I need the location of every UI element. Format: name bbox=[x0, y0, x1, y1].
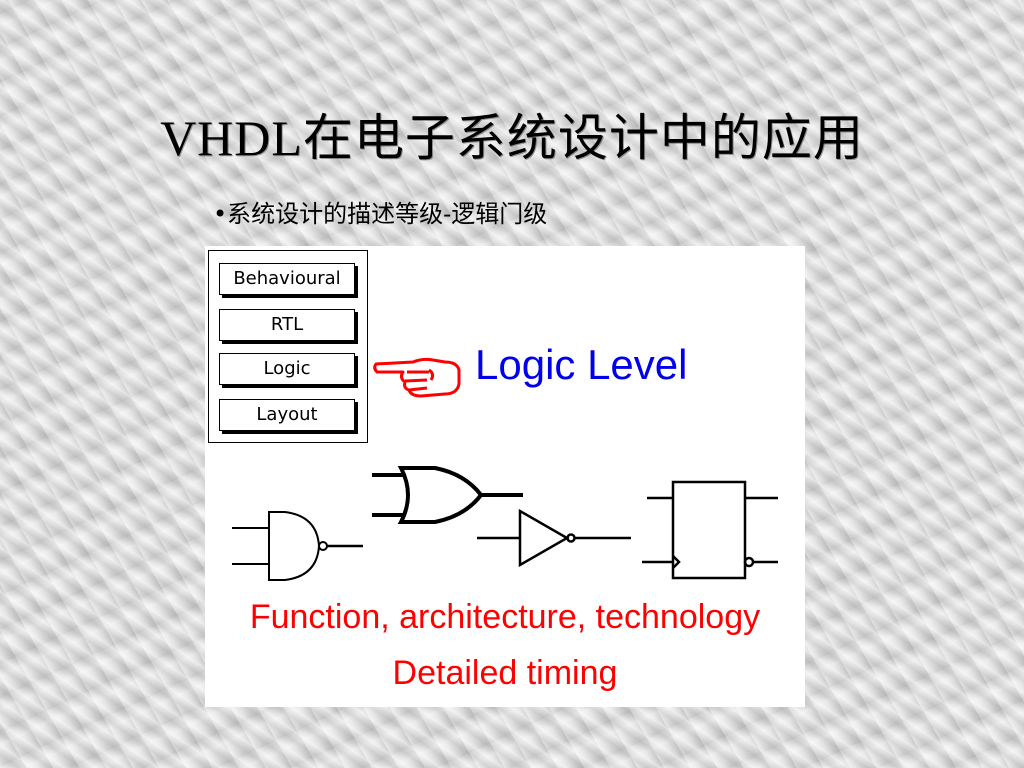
caption-function: Function, architecture, technology bbox=[249, 598, 761, 636]
caption-timing: Detailed timing bbox=[392, 654, 618, 692]
slide-bullet: •系统设计的描述等级-逻辑门级 bbox=[213, 200, 548, 228]
or-gate bbox=[372, 466, 523, 524]
flip-flop bbox=[642, 480, 778, 580]
logic-level-figure: Behavioural RTL Logic Layout Logic Level bbox=[205, 246, 805, 707]
gate-diagram bbox=[232, 466, 778, 581]
nand-gate bbox=[232, 511, 363, 581]
inverter bbox=[477, 508, 631, 568]
slide-title: VHDL在电子系统设计中的应用 bbox=[160, 110, 864, 166]
